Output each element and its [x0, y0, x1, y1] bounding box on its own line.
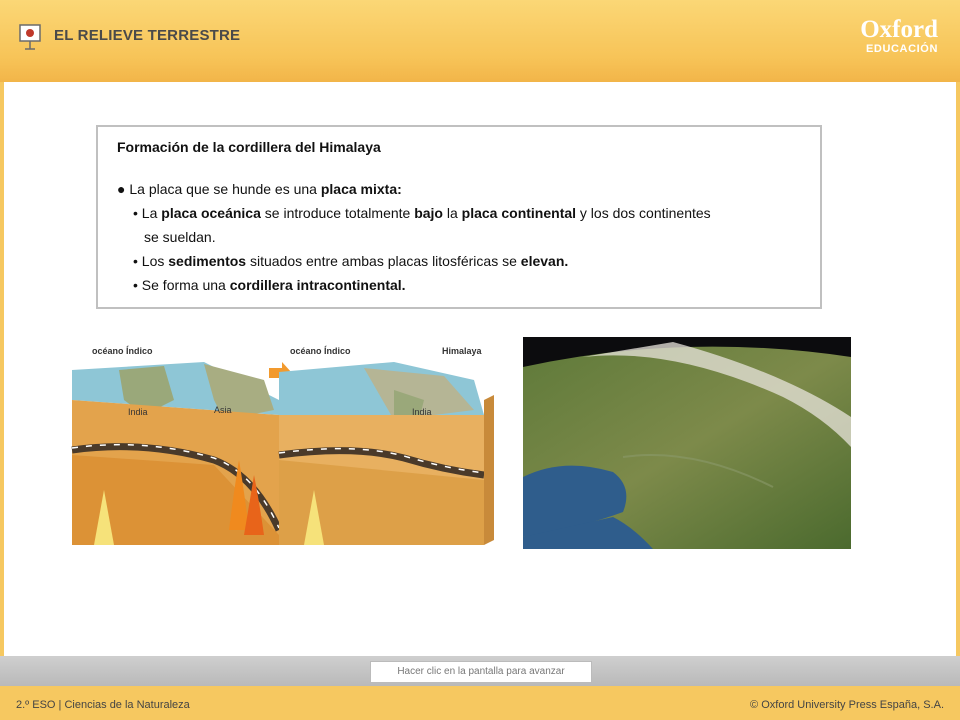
- label-himalaya: Himalaya: [442, 346, 483, 356]
- main-bullet: ● La placa que se hunde es una placa mix…: [117, 181, 402, 197]
- advance-prompt[interactable]: Hacer clic en la pantalla para avanzar: [370, 661, 592, 683]
- info-box: Formación de la cordillera del Himalaya …: [96, 125, 822, 309]
- bullet-dot-icon: ●: [117, 181, 130, 197]
- info-box-title: Formación de la cordillera del Himalaya: [117, 139, 381, 155]
- presentation-icon: [19, 24, 41, 50]
- footer: 2.º ESO | Ciencias de la Naturaleza © Ox…: [0, 686, 960, 720]
- label-india-left: India: [128, 407, 148, 417]
- label-india-right: India: [412, 407, 432, 417]
- sub-bullet-2: • Los sedimentos situados entre ambas pl…: [133, 253, 569, 269]
- diagram-block-before: [71, 362, 289, 545]
- label-asia: Asia: [214, 405, 232, 415]
- footer-copyright: © Oxford University Press España, S.A.: [750, 699, 944, 711]
- header-bar: EL RELIEVE TERRESTRE Oxford EDUCACIÓN: [0, 0, 960, 82]
- page-title: EL RELIEVE TERRESTRE: [54, 27, 241, 44]
- label-ocean-right: océano Índico: [290, 346, 351, 356]
- plate-collision-diagram: océano Índico India Asia océano Índico H…: [71, 346, 494, 545]
- label-ocean-left: océano Índico: [92, 346, 153, 356]
- sub-bullet-1-continuation: se sueldan.: [144, 229, 216, 245]
- footer-course: 2.º ESO | Ciencias de la Naturaleza: [16, 699, 190, 711]
- diagram-block-after: [278, 362, 494, 545]
- sub-bullet-3: • Se forma una cordillera intracontinent…: [133, 277, 406, 293]
- himalaya-satellite-photo: [523, 337, 851, 549]
- oxford-logo: Oxford EDUCACIÓN: [860, 16, 938, 55]
- sub-bullet-1: • La placa oceánica se introduce totalme…: [133, 205, 711, 221]
